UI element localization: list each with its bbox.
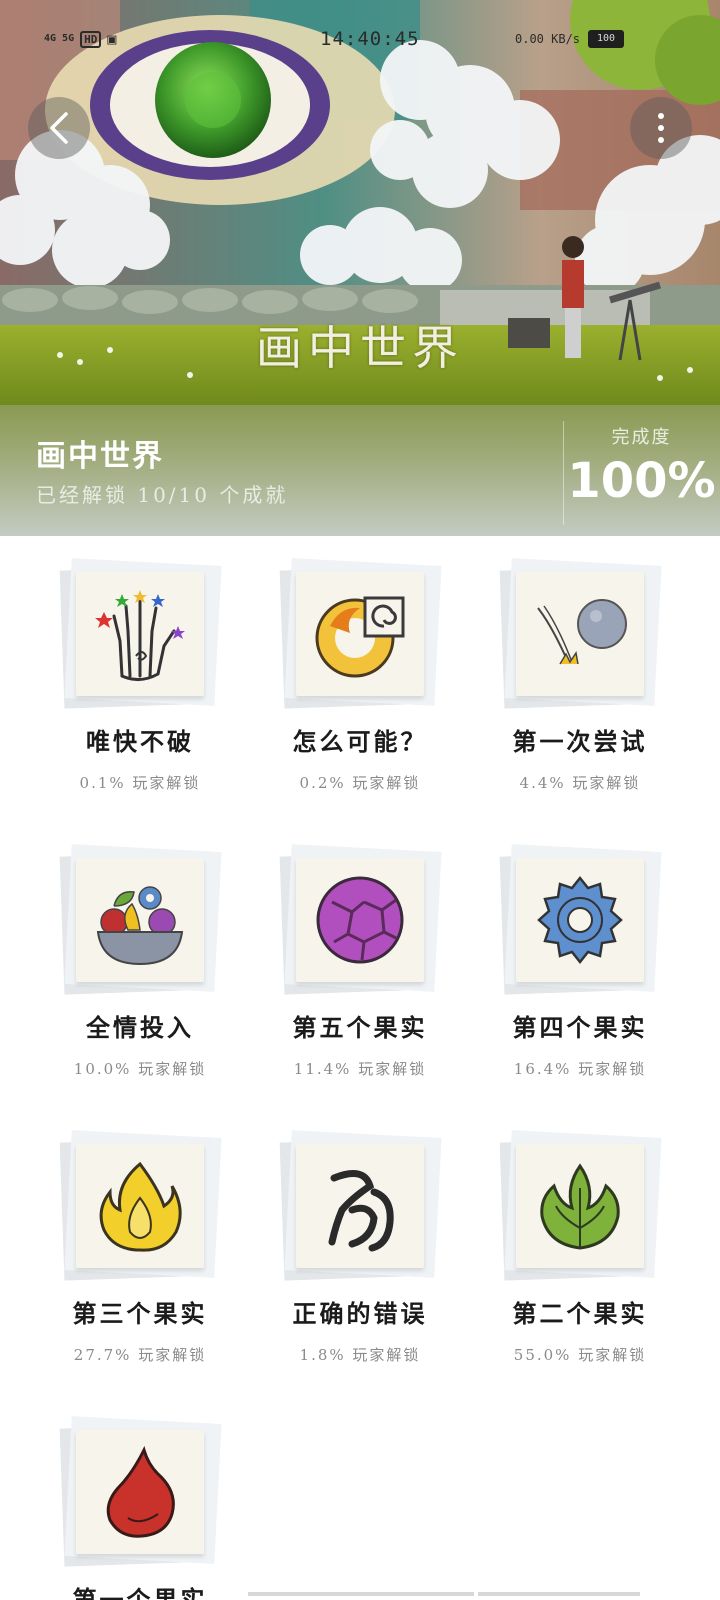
achievement-item[interactable]: 第三个果实 27.7% 玩家解锁 — [0, 1108, 240, 1394]
hd-indicator: HD — [80, 30, 102, 48]
dot-icon — [658, 137, 664, 143]
achievement-item[interactable]: 第五个果实 11.4% 玩家解锁 — [220, 822, 460, 1108]
achievement-title: 第四个果实 — [512, 1013, 648, 1042]
unlocked-count: 已经解锁 10/10 个成就 — [36, 483, 289, 507]
achievement-item[interactable]: 正确的错误 1.8% 玩家解锁 — [220, 1108, 460, 1394]
green-leaf-icon — [540, 1163, 620, 1250]
dot-icon — [658, 125, 664, 131]
status-bar: 4G 5G HD ▣ 14:40:45 0.00 KB/s 100 — [0, 26, 720, 56]
back-button[interactable] — [28, 97, 90, 159]
network-5g-indicator: 5G — [62, 33, 75, 44]
network-4g-indicator: 4G — [44, 33, 57, 44]
achievement-card — [59, 558, 222, 710]
blue-gear-icon — [537, 875, 623, 965]
achievement-unlock-rate: 4.4% 玩家解锁 — [519, 774, 641, 792]
scroll-indicator — [248, 1592, 474, 1596]
achievement-title: 第一次尝试 — [512, 727, 648, 756]
notification-icon: ▣ — [107, 30, 117, 48]
game-title: 画中世界 — [36, 439, 164, 474]
completion-label: 完成度 — [611, 427, 672, 448]
fire-swirl-icon — [315, 596, 405, 678]
hero-game-logo: 画中世界 — [256, 321, 464, 375]
hero-banner: 4G 5G HD ▣ 14:40:45 0.00 KB/s 100 画中世界 — [0, 0, 720, 405]
achievement-unlock-rate: 16.4% 玩家解锁 — [513, 1060, 647, 1078]
achievement-item[interactable]: 全情投入 10.0% 玩家解锁 — [0, 822, 240, 1108]
achievement-item[interactable]: 第二个果实 55.0% 玩家解锁 — [440, 1108, 680, 1394]
achievement-item[interactable]: 第四个果实 16.4% 玩家解锁 — [440, 822, 680, 1108]
achievement-card — [59, 1130, 222, 1282]
achievement-item[interactable]: 第一次尝试 4.4% 玩家解锁 — [440, 536, 680, 822]
achievement-card — [279, 844, 442, 996]
completion-value: 100% — [567, 453, 716, 509]
red-drop-icon — [106, 1445, 175, 1538]
purple-fruit-icon — [316, 876, 404, 964]
achievement-card — [499, 844, 662, 996]
achievement-card — [59, 1416, 222, 1568]
achievement-card — [59, 844, 222, 996]
more-options-button[interactable] — [630, 97, 692, 159]
chevron-left-icon — [50, 112, 68, 144]
status-time: 14:40:45 — [320, 28, 420, 50]
achievement-title: 第一个果实 — [72, 1585, 208, 1600]
achievement-card — [279, 558, 442, 710]
achievement-card — [499, 1130, 662, 1282]
yellow-flame-icon — [99, 1161, 182, 1252]
battery-icon: 100 — [588, 30, 625, 48]
scroll-indicator — [478, 1592, 640, 1596]
achievement-title: 第二个果实 — [512, 1299, 648, 1328]
achievement-summary: 画中世界 已经解锁 10/10 个成就 完成度 100% — [0, 405, 720, 536]
achievement-card — [499, 558, 662, 710]
dot-icon — [658, 113, 664, 119]
achievement-unlock-rate: 55.0% 玩家解锁 — [513, 1346, 647, 1364]
hand-stars-icon — [95, 590, 185, 681]
bouncing-ball-icon — [537, 599, 627, 665]
network-speed: 0.00 KB/s — [515, 32, 581, 46]
ink-swirl-icon — [328, 1170, 394, 1252]
achievement-card — [279, 1130, 442, 1282]
achievement-item[interactable]: 第一个果实 — [0, 1394, 240, 1600]
fruit-bowl-icon — [96, 886, 184, 966]
achievement-item[interactable]: 唯快不破 0.1% 玩家解锁 — [0, 536, 240, 822]
achievement-item[interactable]: 怎么可能？ 0.2% 玩家解锁 — [220, 536, 460, 822]
